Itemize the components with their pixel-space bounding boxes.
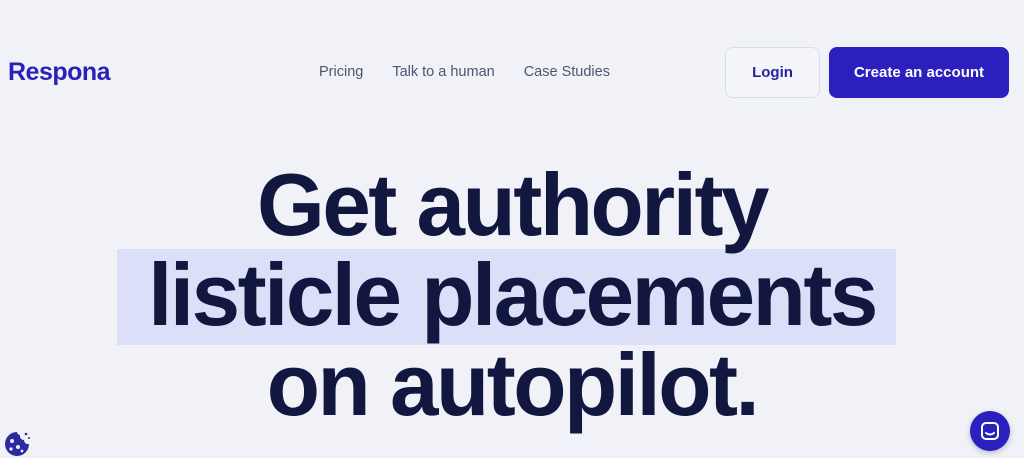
hero-headline-line-2: listicle placements	[148, 245, 878, 344]
hero-headline-line-3: on autopilot.	[266, 335, 760, 434]
respona-logo[interactable]: Respona	[8, 57, 111, 87]
landing-page: Respona Pricing Talk to a human Case Stu…	[0, 0, 1024, 458]
login-button[interactable]: Login	[725, 47, 820, 98]
main-nav: Pricing Talk to a human Case Studies	[319, 62, 610, 82]
cookie-settings-button[interactable]	[3, 430, 31, 458]
hero-headline: Get authority listicle placements on aut…	[0, 160, 1024, 430]
nav-link-talk-to-human[interactable]: Talk to a human	[392, 62, 494, 82]
hero-headline-line-1: Get authority	[257, 155, 769, 254]
chat-launcher-button[interactable]	[970, 411, 1010, 451]
cookie-icon	[5, 432, 30, 456]
create-account-button[interactable]: Create an account	[829, 47, 1009, 98]
nav-link-pricing[interactable]: Pricing	[319, 62, 363, 82]
chat-icon	[981, 422, 999, 440]
nav-link-case-studies[interactable]: Case Studies	[524, 62, 610, 82]
